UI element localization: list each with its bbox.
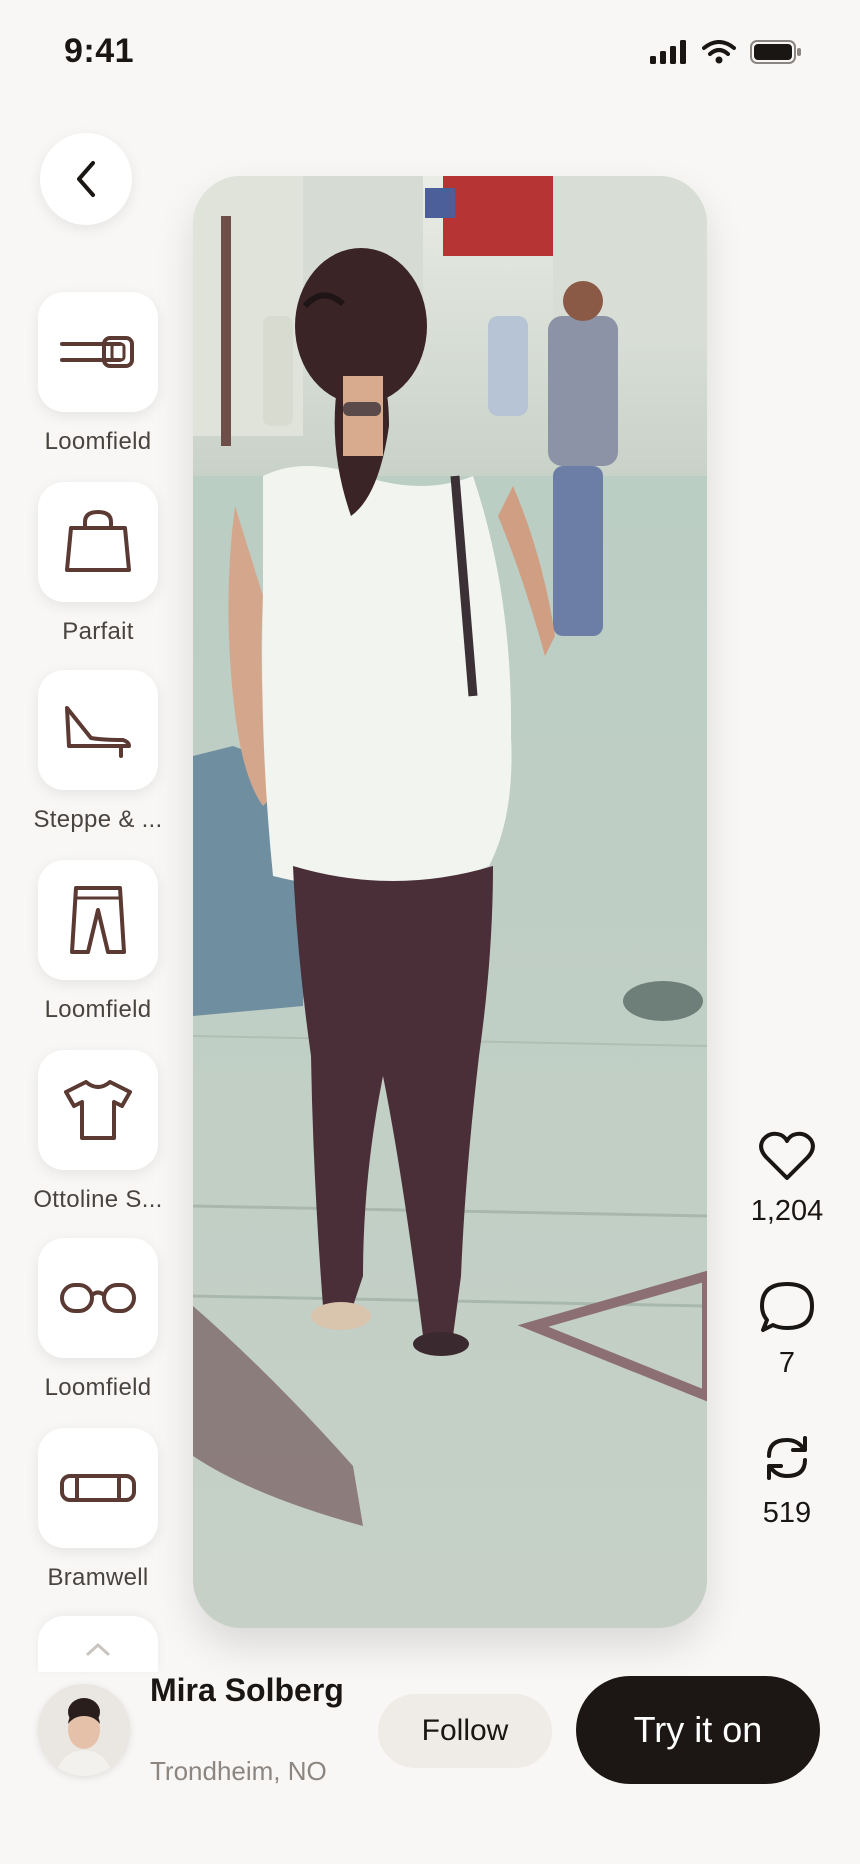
item-tile[interactable] [38,292,158,412]
belt-icon [60,336,134,368]
status-icons [650,40,802,64]
outfit-item[interactable]: Loomfield [20,292,176,472]
back-button[interactable] [40,133,132,225]
comment-count: 7 [778,1347,796,1379]
chevron-left-icon [77,161,95,197]
outfit-item[interactable]: Parfait [20,482,176,662]
repost-count: 519 [762,1497,812,1529]
bracelet-icon [60,1474,136,1502]
outfit-photo[interactable] [193,176,707,1628]
avatar[interactable] [38,1684,130,1776]
like-action[interactable]: 1,204 [735,1130,839,1228]
follow-button[interactable]: Follow [378,1694,552,1768]
outfit-item[interactable]: Loomfield [20,1238,176,1418]
cellular-signal-icon [650,40,686,64]
item-label: Parfait [62,618,134,645]
handbag-icon [65,510,131,572]
item-tile[interactable] [38,482,158,602]
item-label: Loomfield [44,1374,152,1401]
outfit-item[interactable]: Loomfield [20,860,176,1040]
item-label: Bramwell [47,1564,149,1591]
creator-name[interactable]: Mira Solberg [150,1670,350,1710]
shoe-icon [65,706,131,758]
tshirt-icon [64,1080,132,1140]
item-label: Ottoline S... [33,1186,163,1213]
avatar-portrait [38,1684,130,1776]
outfit-item[interactable]: Steppe & ... [20,670,176,850]
comment-action[interactable]: 7 [735,1280,839,1380]
try-it-on-button[interactable]: Try it on [576,1676,820,1784]
pants-icon [70,886,126,954]
item-tile[interactable] [38,1050,158,1170]
street-photo-illustration [193,176,707,1628]
item-tile[interactable] [38,1238,158,1358]
item-tile[interactable] [38,670,158,790]
chevron-up-icon [86,1642,110,1656]
heart-icon[interactable] [758,1130,816,1182]
battery-icon [750,40,801,64]
item-label: Steppe & ... [33,806,163,833]
item-label: Loomfield [44,428,152,455]
status-bar: 9:41 [0,0,860,110]
outfit-item[interactable]: Bramwell [20,1428,176,1608]
status-time: 9:41 [64,32,135,70]
repost-action[interactable]: 519 [735,1432,839,1530]
wifi-icon [702,40,736,64]
like-count: 1,204 [750,1195,824,1227]
creator-bar: Mira Solberg Trondheim, NO Follow Try it… [0,1664,860,1794]
item-tile[interactable] [38,1428,158,1548]
item-tile[interactable] [38,860,158,980]
creator-location: Trondheim, NO [150,1756,327,1786]
repost-icon[interactable] [761,1432,813,1484]
comment-bubble-icon[interactable] [758,1280,816,1334]
outfit-item[interactable]: Ottoline S... [20,1050,176,1230]
item-label: Loomfield [44,996,152,1023]
glasses-icon [60,1283,136,1313]
